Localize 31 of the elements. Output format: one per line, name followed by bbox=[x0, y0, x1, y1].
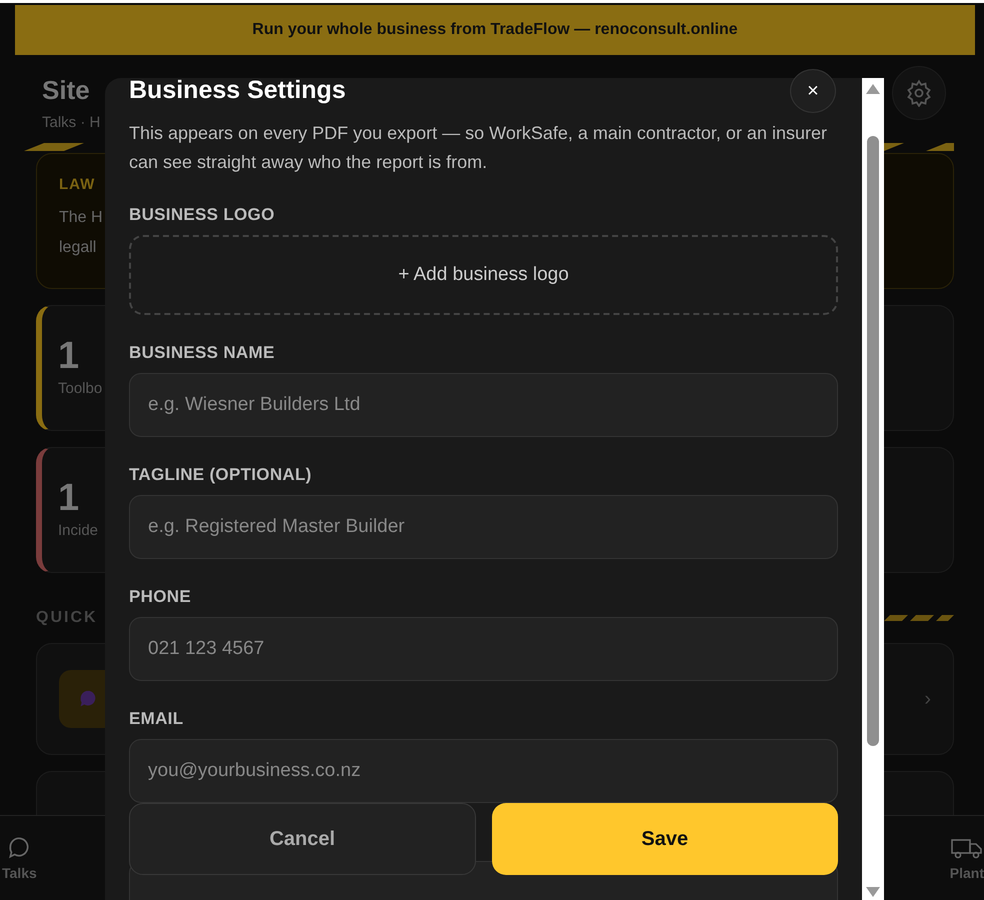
input-field[interactable]: e.g. Wiesner Builders Ltd bbox=[129, 373, 838, 437]
dialog-description: This appears on every PDF you export — so WorkSafe, a main contractor, or an insurer can see straight away who the report is from. bbox=[129, 122, 828, 174]
stat-label: Incide bbox=[58, 522, 98, 539]
field-label: PHONE bbox=[129, 587, 191, 607]
stat-value: 1 bbox=[58, 478, 80, 518]
scrollbar-thumb[interactable] bbox=[867, 136, 879, 746]
add-logo-button[interactable]: + Add business logo bbox=[129, 235, 838, 315]
page-subtitle: Talks · H bbox=[42, 114, 100, 131]
cancel-button[interactable]: Cancel bbox=[129, 803, 476, 875]
field-label: EMAIL bbox=[129, 709, 184, 729]
promo-banner: Run your whole business from TradeFlow — renoconsult.online bbox=[15, 5, 975, 55]
card-text: The H bbox=[59, 208, 103, 228]
page-title: Site bbox=[42, 75, 90, 106]
save-button[interactable]: Save bbox=[492, 803, 838, 875]
hazard-stripes bbox=[884, 615, 954, 621]
scroll-down-icon[interactable] bbox=[866, 887, 880, 897]
card-text: legall bbox=[59, 238, 96, 258]
field-label: BUSINESS LOGO bbox=[129, 205, 275, 225]
scroll-up-icon[interactable] bbox=[866, 84, 880, 94]
stat-label: Toolbo bbox=[58, 380, 102, 397]
section-title: QUICK bbox=[36, 609, 98, 627]
stat-value: 1 bbox=[58, 336, 80, 376]
card-label: LAW bbox=[59, 176, 96, 193]
field-label: BUSINESS NAME bbox=[129, 343, 275, 363]
settings-icon bbox=[905, 79, 933, 107]
chevron-icon: › bbox=[924, 688, 931, 710]
field-label: TAGLINE (OPTIONAL) bbox=[129, 465, 312, 485]
input-field[interactable]: e.g. Registered Master Builder bbox=[129, 495, 838, 559]
input-field[interactable]: you@yourbusiness.co.nz bbox=[129, 739, 838, 803]
dialog-title: Business Settings bbox=[129, 78, 346, 105]
input-field[interactable]: 021 123 4567 bbox=[129, 617, 838, 681]
